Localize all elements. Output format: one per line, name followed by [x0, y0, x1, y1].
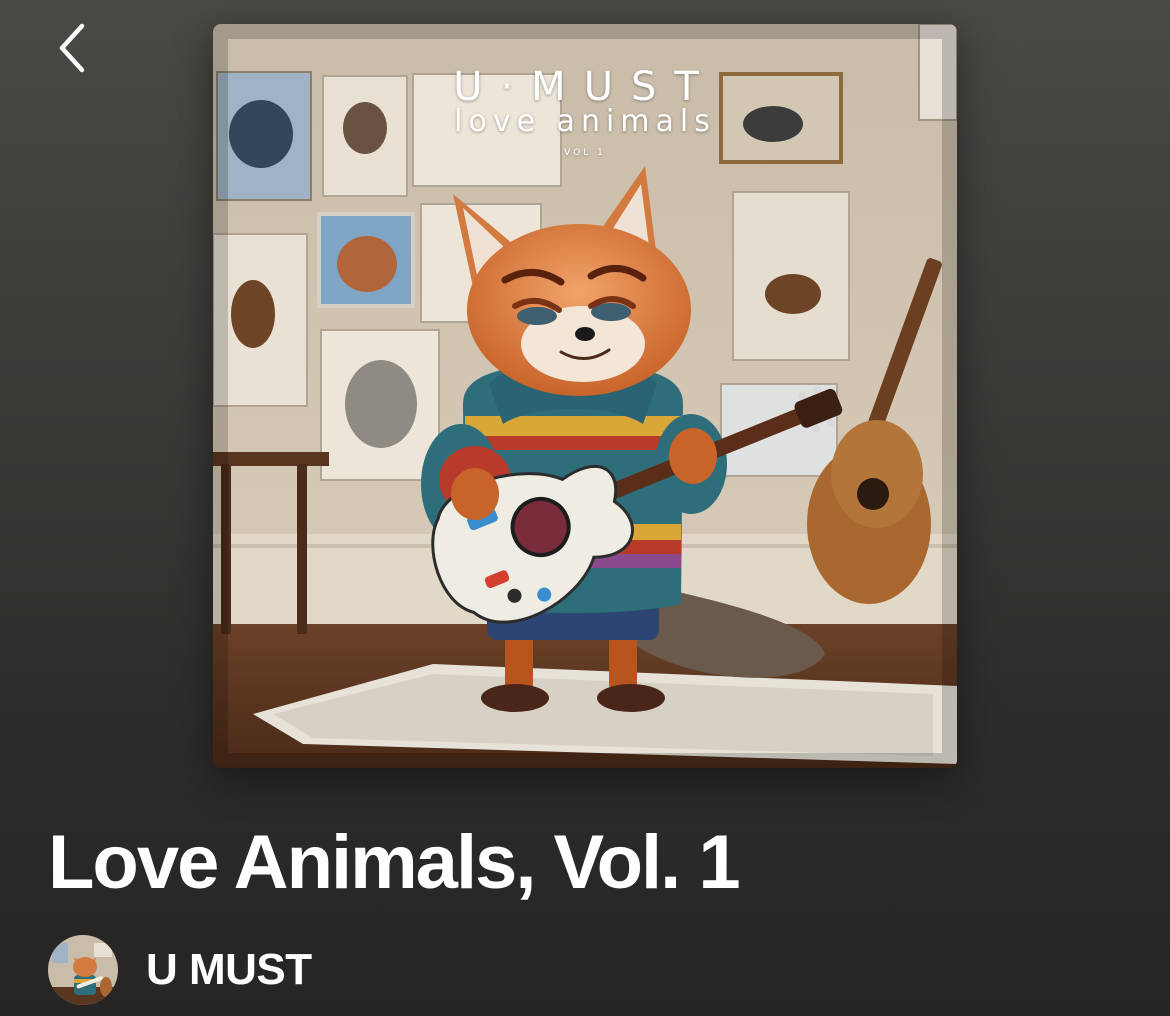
album-cover: U·MUST love animals VOL 1	[213, 24, 957, 768]
cover-volume-text: VOL 1	[564, 148, 606, 158]
album-title: Love Animals, Vol. 1	[48, 820, 741, 905]
artist-avatar-image	[48, 935, 118, 1005]
chevron-left-icon	[59, 23, 85, 73]
artist-link[interactable]: U MUST	[48, 934, 312, 1006]
back-button[interactable]	[44, 20, 100, 76]
artist-avatar[interactable]	[48, 935, 118, 1005]
artist-name: U MUST	[146, 945, 312, 994]
cover-title-text: love animals	[454, 104, 716, 139]
